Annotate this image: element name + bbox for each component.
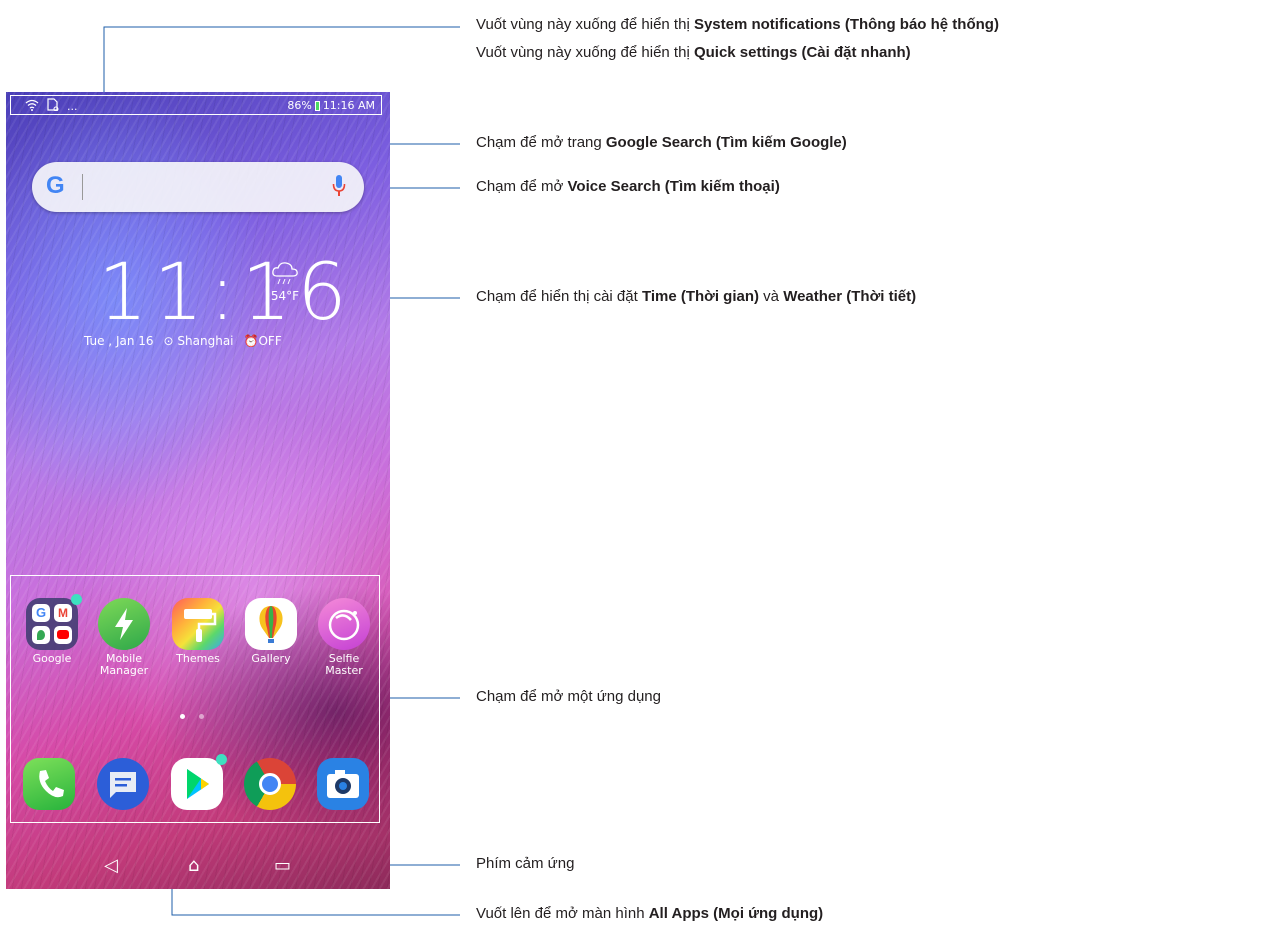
dock-messages[interactable] (97, 758, 149, 813)
notification-badge (71, 594, 82, 605)
dock-chrome[interactable] (244, 758, 296, 813)
play-store-icon (171, 754, 227, 810)
page-dot-active (180, 714, 185, 719)
annotation-touch-keys: Phím cảm ứng (476, 855, 575, 872)
recent-apps-button[interactable]: ▭ (274, 855, 291, 876)
search-cursor (82, 174, 83, 200)
battery-icon (314, 100, 320, 111)
phone-icon (23, 758, 75, 810)
rain-cloud-icon (270, 260, 300, 289)
notification-badge (216, 754, 227, 765)
message-icon (97, 758, 149, 810)
annotation-quick-settings: Vuốt vùng này xuống để hiển thị Quick se… (476, 44, 911, 61)
dock-camera[interactable] (317, 758, 369, 813)
annotation-open-app: Chạm để mở một ứng dụng (476, 688, 661, 705)
annotation-system-notifications: Vuốt vùng này xuống để hiển thị System n… (476, 16, 999, 33)
app-label: Selfie Master (325, 652, 363, 677)
location-pin-icon: ⊙ (163, 334, 174, 348)
microphone-icon[interactable] (332, 173, 346, 203)
app-label: Gallery (251, 652, 291, 665)
alarm: ⏰OFF (243, 334, 282, 348)
date: Tue , Jan 16 (84, 334, 154, 348)
date-line[interactable]: Tue , Jan 16 ⊙ Shanghai ⏰OFF (84, 334, 282, 348)
annotation-time-weather: Chạm để hiển thị cài đặt Time (Thời gian… (476, 288, 917, 305)
dock-play-store[interactable] (171, 754, 227, 813)
balloon-icon (245, 598, 297, 650)
sim-card-icon (47, 98, 59, 114)
annotation-voice-search: Chạm để mở Voice Search (Tìm kiếm thoại) (476, 178, 780, 195)
status-time: 11:16 AM (322, 99, 375, 112)
lightning-icon (98, 598, 150, 650)
weather-widget[interactable]: 54°F (270, 260, 300, 303)
app-themes[interactable]: Themes (163, 598, 233, 665)
wifi-icon (25, 99, 39, 114)
page-indicator (180, 714, 204, 719)
app-google[interactable]: G M Google (17, 594, 87, 665)
app-selfie-master[interactable]: Selfie Master (309, 598, 379, 677)
app-gallery[interactable]: Gallery (236, 598, 306, 665)
chrome-icon (244, 758, 296, 810)
app-mobile-manager[interactable]: Mobile Manager (89, 598, 159, 677)
google-search-bar[interactable]: G (32, 162, 364, 212)
temperature: 54°F (270, 289, 300, 303)
battery-level: 86% (287, 99, 312, 112)
dock-phone[interactable] (23, 758, 75, 813)
location: ⊙ Shanghai (163, 334, 234, 348)
status-bar[interactable]: ... 86% 11:16 AM (10, 95, 382, 115)
alarm-clock-icon: ⏰ (243, 334, 259, 348)
camera-icon (317, 758, 369, 810)
navigation-bar: ◁ ⌂ ▭ (6, 845, 390, 889)
google-folder-icon: G M (26, 594, 82, 650)
annotation-all-apps: Vuốt lên để mở màn hình All Apps (Mọi ứn… (476, 905, 824, 922)
app-label: Themes (176, 652, 220, 665)
more-notifications: ... (67, 99, 78, 113)
back-button[interactable]: ◁ (104, 855, 118, 876)
selfie-face-icon (318, 598, 370, 650)
app-label: Mobile Manager (99, 652, 149, 677)
home-button[interactable]: ⌂ (188, 855, 199, 876)
phone-home-screen: ... 86% 11:16 AM G 11:16 54°F Tue , Jan … (6, 92, 390, 889)
clock-widget-time[interactable]: 11:16 (98, 254, 353, 332)
annotation-google-search: Chạm để mở trang Google Search (Tìm kiếm… (476, 134, 847, 151)
google-logo-icon: G (46, 172, 65, 199)
page-dot (199, 714, 204, 719)
app-label: Google (32, 652, 72, 665)
paint-roller-icon (172, 598, 224, 650)
